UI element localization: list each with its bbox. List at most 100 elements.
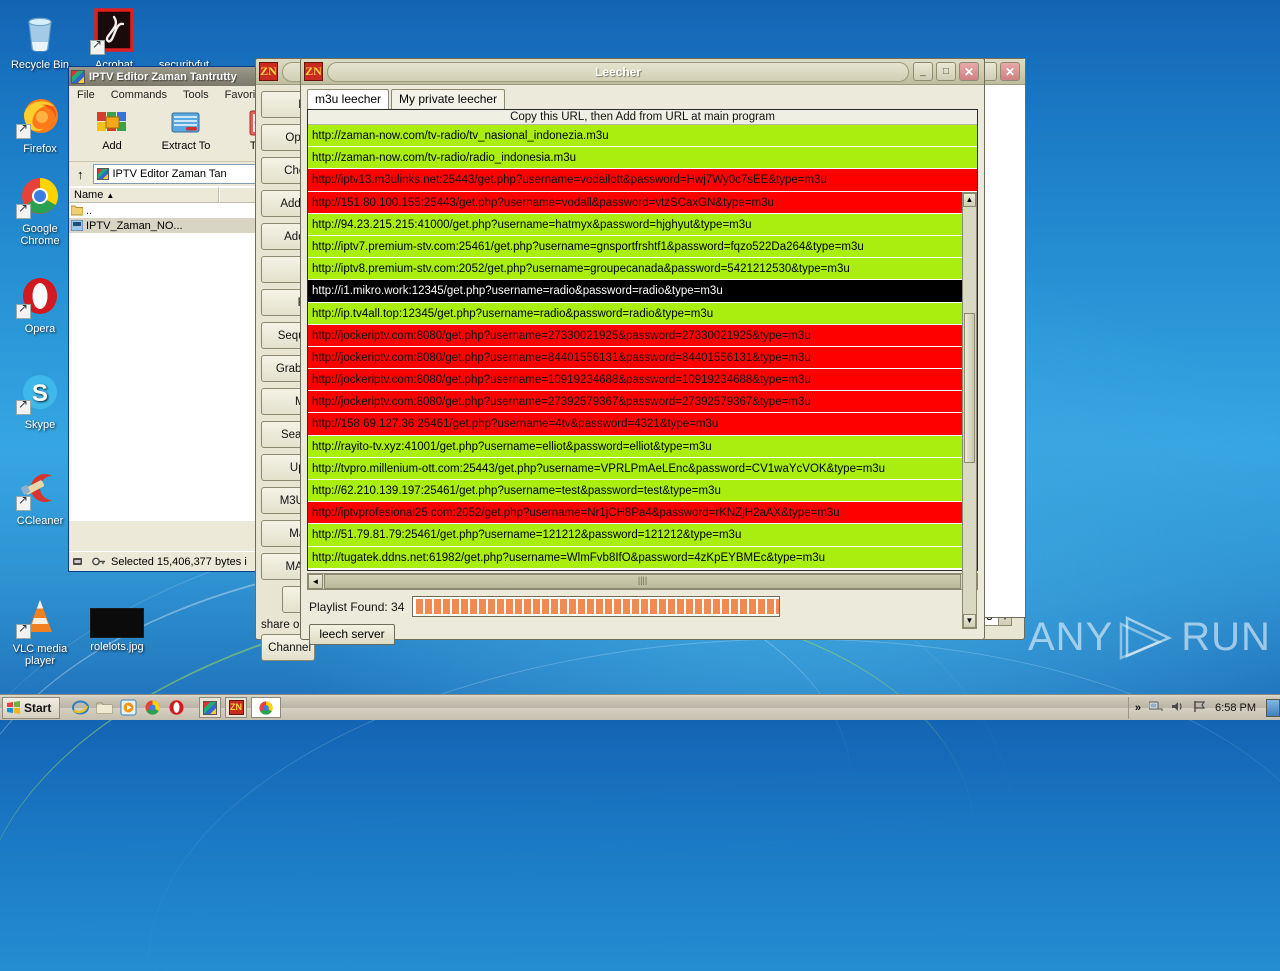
url-list[interactable]: http://zaman-now.com/tv-radio/tv_nasiona…: [308, 125, 977, 570]
opera-icon[interactable]: [168, 699, 185, 716]
shortcut-overlay-icon: [90, 38, 105, 55]
url-list-item[interactable]: http://jockeriptv.com:8080/get.php?usern…: [308, 369, 977, 392]
file-name-cell: ..: [71, 205, 221, 217]
background-window-title-bar[interactable]: ✕: [977, 59, 1025, 85]
url-list-item[interactable]: http://jockeriptv.com:8080/get.php?usern…: [308, 346, 977, 370]
column-name[interactable]: Name ▲: [69, 187, 219, 203]
hscrollbar-thumb[interactable]: ||||: [324, 574, 961, 589]
media-player-icon[interactable]: [120, 699, 137, 716]
action-center-icon[interactable]: [1193, 700, 1207, 716]
scrollbar-thumb[interactable]: [964, 313, 975, 463]
show-hidden-icons-button[interactable]: »: [1135, 702, 1141, 714]
progress-segment: [488, 599, 496, 614]
add-archive-icon: [96, 108, 128, 138]
leecher-tabs[interactable]: m3u leecher My private leecher: [301, 85, 984, 109]
vlc-icon: [16, 592, 64, 640]
taskbar-item-winrar[interactable]: [199, 697, 221, 718]
desktop-icon-skype[interactable]: S Skype: [4, 368, 76, 431]
url-list-item[interactable]: http://51.79.81.79:25461/get.php?usernam…: [308, 524, 977, 547]
close-button[interactable]: ✕: [1000, 62, 1020, 81]
url-list-item[interactable]: http://158.69.127.36:25461/get.php?usern…: [308, 413, 977, 436]
up-arrow-icon[interactable]: ↑: [73, 167, 88, 182]
url-list-item[interactable]: http://zaman-now.com/tv-radio/tv_nasiona…: [308, 125, 977, 148]
progress-segment: [569, 599, 577, 614]
menu-item-tools[interactable]: Tools: [183, 89, 209, 101]
url-list-item[interactable]: http://94.23.215.215:41000/get.php?usern…: [308, 213, 977, 236]
url-list-item[interactable]: http://rayito-tv.xyz:41001/get.php?usern…: [308, 435, 977, 458]
maximize-button[interactable]: □: [936, 62, 956, 81]
progress-segment: [776, 599, 780, 614]
add-button[interactable]: Add: [83, 108, 141, 161]
taskbar[interactable]: Start ZN » 6:58 PM: [0, 694, 1280, 720]
leecher-window[interactable]: ZN Leecher _ □ ✕ m3u leecher My private …: [300, 58, 985, 645]
tab-my-private-leecher[interactable]: My private leecher: [391, 89, 506, 109]
volume-icon[interactable]: [1171, 700, 1185, 716]
desktop-icon-opera[interactable]: Opera: [4, 272, 76, 335]
internet-explorer-icon[interactable]: [72, 699, 89, 716]
network-icon[interactable]: [1148, 700, 1163, 716]
leech-server-button[interactable]: leech server: [309, 624, 395, 645]
minimize-button[interactable]: _: [913, 62, 933, 81]
desktop-icon-vlc[interactable]: VLC media player: [4, 592, 76, 667]
url-list-panel[interactable]: Copy this URL, then Add from URL at main…: [307, 109, 978, 571]
url-list-item[interactable]: http://62.210.139.197:25461/get.php?user…: [308, 480, 977, 503]
desktop-icon-ccleaner[interactable]: CCleaner: [4, 464, 76, 527]
taskbar-item-leecher[interactable]: ZN: [225, 697, 247, 718]
folder-icon[interactable]: [96, 699, 113, 716]
vertical-scrollbar[interactable]: ▲ ▼: [962, 192, 977, 629]
background-window-right[interactable]: ✕: [977, 58, 1026, 618]
zn-app-icon: ZN: [228, 700, 244, 715]
tab-m3u-leecher[interactable]: m3u leecher: [307, 89, 390, 109]
scroll-up-arrow-icon[interactable]: ▲: [963, 193, 976, 207]
progress-segment: [596, 599, 604, 614]
url-list-item[interactable]: http://iptv7.premium-stv.com:25461/get.p…: [308, 235, 977, 259]
url-list-item[interactable]: http://zaman-now.com/tv-radio/radio_indo…: [308, 147, 977, 170]
start-button[interactable]: Start: [2, 696, 60, 719]
menu-item-commands[interactable]: Commands: [111, 89, 167, 101]
url-list-item[interactable]: http://jockeriptv.com:8080/get.php?usern…: [308, 324, 977, 347]
desktop-icon-firefox[interactable]: Firefox: [4, 92, 76, 155]
desktop-icon-label: CCleaner: [16, 515, 64, 527]
show-desktop-button[interactable]: [1266, 698, 1280, 717]
image-thumb-icon: [90, 608, 144, 638]
url-list-item[interactable]: http://151.80.100.155:25443/get.php?user…: [308, 191, 977, 214]
desktop-icon-label: Opera: [24, 323, 56, 335]
url-list-item[interactable]: http://iptv8.premium-stv.com:2052/get.ph…: [308, 258, 977, 281]
desktop-icon-acrobat[interactable]: Acrobat: [78, 8, 150, 71]
url-list-item[interactable]: http://tugatek.ddns.net:61982/get.php?us…: [308, 546, 977, 569]
system-tray[interactable]: » 6:58 PM: [1127, 696, 1262, 719]
url-list-item[interactable]: http://iptvprofesional25.com:2052/get.ph…: [308, 502, 977, 525]
quick-launch[interactable]: [72, 699, 185, 716]
horizontal-scrollbar[interactable]: ◄ |||| ►: [307, 573, 978, 590]
scroll-down-arrow-icon[interactable]: ▼: [963, 614, 976, 628]
url-list-item[interactable]: http://ip.tv4all.top:12345/get.php?usern…: [308, 302, 977, 325]
task-buttons[interactable]: ZN: [199, 697, 281, 718]
progress-segment: [425, 599, 433, 614]
zn-app-icon: ZN: [304, 62, 323, 81]
chrome-icon[interactable]: [144, 699, 161, 716]
ccleaner-icon: [16, 464, 64, 512]
desktop-icon-google-chrome[interactable]: Google Chrome: [4, 172, 76, 247]
close-button[interactable]: ✕: [959, 62, 979, 81]
scroll-left-arrow-icon[interactable]: ◄: [308, 574, 323, 589]
desktop-icon-securityfut[interactable]: securityfut: [148, 8, 220, 71]
address-value: IPTV Editor Zaman Tan: [112, 168, 227, 180]
url-list-item[interactable]: http://i1.mikro.work:12345/get.php?usern…: [308, 280, 977, 303]
leecher-window-buttons[interactable]: _ □ ✕: [913, 62, 979, 81]
leecher-title-bar[interactable]: ZN Leecher _ □ ✕: [301, 59, 984, 85]
desktop-icon-rolelots[interactable]: rolelots.jpg: [74, 608, 160, 653]
shortcut-overlay-icon: [16, 494, 31, 511]
progress-segment: [767, 599, 775, 614]
extract-to-button[interactable]: Extract To: [157, 108, 215, 161]
url-list-item[interactable]: http://iptv13.m3ulinks.net:25443/get.php…: [308, 169, 977, 192]
taskbar-item-chrome[interactable]: [251, 697, 281, 718]
progress-segment: [515, 599, 523, 614]
sort-ascending-icon: ▲: [106, 191, 115, 200]
menu-item-file[interactable]: File: [77, 89, 95, 101]
url-list-item[interactable]: http://tvpro.millenium-ott.com:25443/get…: [308, 457, 977, 480]
desktop-icon-recycle-bin[interactable]: Recycle Bin: [4, 8, 76, 71]
clock[interactable]: 6:58 PM: [1215, 702, 1256, 714]
url-list-item[interactable]: http://jockeriptv.com:8080/get.php?usern…: [308, 391, 977, 414]
desktop-icon-label: VLC media player: [12, 643, 68, 667]
svg-text:S: S: [32, 380, 48, 407]
